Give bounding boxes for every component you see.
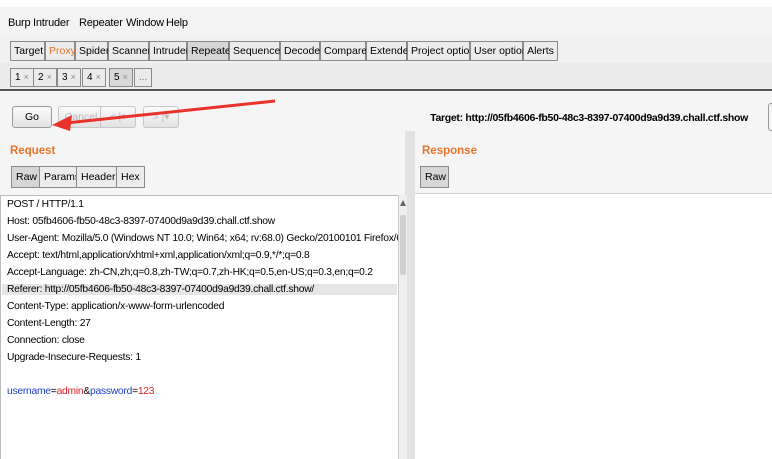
param-value: admin (56, 386, 84, 397)
content-length-header: Content-Length: 27 (7, 318, 91, 329)
request-line: POST / HTTP/1.1 (7, 199, 84, 210)
scroll-thumb[interactable] (400, 215, 406, 275)
tab-response-raw[interactable]: Raw (420, 166, 449, 188)
response-editor[interactable] (415, 193, 772, 459)
user-agent-header: User-Agent: Mozilla/5.0 (Windows NT 10.0… (7, 233, 398, 244)
param-name: username (7, 386, 51, 397)
request-title: Request (10, 145, 56, 157)
request-body: username=admin&password=123 (7, 386, 155, 397)
param-name: password (89, 386, 133, 397)
tab-hex[interactable]: Hex (116, 166, 145, 188)
host-header: Host: 05fb4606-fb50-48c3-8397-07400d9a9d… (7, 216, 275, 227)
upgrade-insecure-header: Upgrade-Insecure-Requests: 1 (7, 352, 141, 363)
accept-header: Accept: text/html,application/xhtml+xml,… (7, 250, 310, 261)
request-scrollbar[interactable] (398, 195, 407, 459)
request-editor[interactable]: POST / HTTP/1.1 Host: 05fb4606-fb50-48c3… (0, 195, 398, 459)
ampersand: & (83, 386, 90, 397)
scroll-up-icon[interactable] (399, 198, 407, 208)
tab-raw[interactable]: Raw (11, 166, 43, 188)
param-value: 123 (137, 386, 155, 397)
response-header (415, 131, 772, 193)
connection-header: Connection: close (7, 335, 85, 346)
content-type-header: Content-Type: application/x-www-form-url… (7, 301, 225, 312)
accept-language-header: Accept-Language: zh-CN,zh;q=0.8,zh-TW;q=… (7, 267, 373, 278)
referer-header: Referer: http://05fb4606-fb50-48c3-8397-… (2, 284, 397, 295)
response-title: Response (422, 145, 477, 157)
